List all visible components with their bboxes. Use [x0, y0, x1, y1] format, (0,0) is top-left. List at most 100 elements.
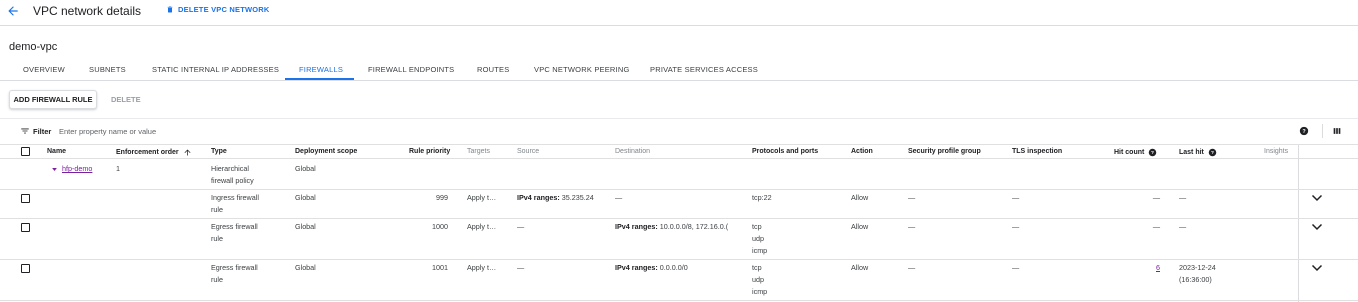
destination-value: 0.0.0.0/0	[659, 263, 688, 272]
source-label: IPv4 ranges:	[517, 193, 560, 202]
tab-routes[interactable]: ROUTES	[477, 65, 509, 74]
chevron-down-icon[interactable]	[1311, 264, 1323, 272]
rule-targets: Apply t…	[467, 193, 497, 202]
rule-action: Allow	[851, 222, 869, 231]
svg-text:?: ?	[1302, 129, 1305, 135]
rule-security-profile-group: —	[908, 193, 916, 202]
rule-scope: Global	[295, 193, 316, 202]
filter-icon[interactable]	[20, 126, 30, 136]
rule-targets: Apply t…	[467, 222, 497, 231]
rule-source: —	[517, 222, 525, 231]
rule-type-line2: rule	[211, 275, 223, 284]
trash-icon	[167, 6, 173, 13]
rule-last-hit-time: (16:36:00)	[1179, 275, 1212, 284]
col-header-last-hit[interactable]: Last hit ?	[1179, 148, 1217, 157]
rule-type-line1: Egress firewall	[211, 222, 258, 231]
rule-type-line2: rule	[211, 234, 223, 243]
rule-security-profile-group: —	[908, 263, 916, 272]
rule-hit-count-link[interactable]: 6	[1120, 262, 1160, 274]
col-header-source: Source	[517, 148, 540, 155]
tab-private-services-access[interactable]: PRIVATE SERVICES ACCESS	[650, 65, 758, 74]
col-header-enforcement-order[interactable]: Enforcement order	[116, 148, 192, 157]
col-header-rule-priority[interactable]: Rule priority	[409, 148, 450, 155]
rule-last-hit: —	[1179, 222, 1187, 231]
row-divider	[0, 300, 1358, 301]
policy-scope: Global	[295, 164, 316, 173]
row-checkbox[interactable]	[21, 264, 30, 273]
help-icon[interactable]: ?	[1299, 126, 1309, 136]
rule-type-line1: Egress firewall	[211, 263, 258, 272]
rule-destination: IPv4 ranges: 0.0.0.0/0	[615, 262, 688, 274]
select-all-checkbox[interactable]	[21, 147, 30, 156]
rule-hit-count: —	[1152, 222, 1160, 231]
col-header-last-hit-label: Last hit	[1179, 149, 1204, 156]
add-firewall-rule-button[interactable]: ADD FIREWALL RULE	[9, 90, 97, 109]
rule-targets: Apply t…	[467, 263, 497, 272]
policy-name-cell[interactable]: hfp-demo	[51, 163, 92, 175]
help-icon[interactable]: ?	[1208, 148, 1217, 157]
policy-name-link[interactable]: hfp-demo	[62, 163, 92, 175]
col-header-protocols-and-ports[interactable]: Protocols and ports	[752, 148, 818, 155]
destination-label: IPv4 ranges:	[615, 263, 658, 272]
rule-source: IPv4 ranges: 35.235.24	[517, 192, 594, 204]
col-header-hit-count[interactable]: Hit count ?	[1114, 148, 1157, 157]
destination-value: 10.0.0.0/8, 172.16.0.(	[659, 222, 729, 231]
row-divider	[0, 218, 1358, 219]
action-bar-divider	[0, 118, 1358, 119]
col-header-hit-count-label: Hit count	[1114, 149, 1145, 156]
rule-hit-count: —	[1152, 193, 1160, 202]
back-arrow-icon[interactable]	[6, 4, 20, 18]
row-divider	[0, 259, 1358, 260]
delete-button[interactable]: DELETE	[111, 95, 141, 104]
col-header-targets: Targets	[467, 148, 490, 155]
tab-firewall-endpoints[interactable]: FIREWALL ENDPOINTS	[368, 65, 454, 74]
destination-label: IPv4 ranges:	[615, 222, 658, 231]
rule-scope: Global	[295, 263, 316, 272]
table-header-border	[0, 158, 1358, 159]
tab-static-internal-ip-addresses[interactable]: STATIC INTERNAL IP ADDRESSES	[152, 65, 279, 74]
policy-enforcement-order: 1	[116, 164, 120, 173]
row-checkbox[interactable]	[21, 223, 30, 232]
policy-type-line2: firewall policy	[211, 176, 254, 185]
col-header-tls-inspection[interactable]: TLS inspection	[1012, 148, 1062, 155]
rule-security-profile-group: —	[908, 222, 916, 231]
rule-last-hit-date: 2023-12-24	[1179, 263, 1216, 272]
rule-action: Allow	[851, 193, 869, 202]
policy-type-line1: Hierarchical	[211, 164, 249, 173]
delete-vpc-network-button[interactable]: DELETE VPC NETWORK	[166, 5, 270, 14]
resource-name: demo-vpc	[9, 41, 58, 53]
table-top-border	[0, 144, 1358, 145]
rule-protocol: tcp:22	[752, 193, 772, 202]
tab-vpc-network-peering[interactable]: VPC NETWORK PEERING	[534, 65, 629, 74]
col-header-name[interactable]: Name	[47, 148, 66, 155]
caret-down-icon[interactable]	[51, 166, 58, 173]
page-title: VPC network details	[33, 4, 142, 18]
filter-input[interactable]	[59, 125, 459, 137]
tab-firewalls[interactable]: FIREWALLS	[299, 65, 343, 74]
row-divider	[0, 189, 1358, 190]
rule-protocol: icmp	[752, 287, 768, 296]
row-checkbox[interactable]	[21, 194, 30, 203]
col-header-deployment-scope[interactable]: Deployment scope	[295, 148, 357, 155]
col-header-security-profile-group[interactable]: Security profile group	[908, 148, 981, 155]
col-header-action[interactable]: Action	[851, 148, 873, 155]
col-header-type[interactable]: Type	[211, 148, 227, 155]
rule-action: Allow	[851, 263, 869, 272]
svg-text:?: ?	[1151, 150, 1154, 156]
rule-source: —	[517, 263, 525, 272]
rule-protocol: tcp	[752, 263, 762, 272]
tab-subnets[interactable]: SUBNETS	[89, 65, 126, 74]
arrow-up-icon	[184, 149, 191, 156]
rule-destination: IPv4 ranges: 10.0.0.0/8, 172.16.0.(	[615, 221, 736, 233]
rule-destination: —	[615, 193, 623, 202]
tab-overview[interactable]: OVERVIEW	[23, 65, 65, 74]
col-header-enforcement-order-label: Enforcement order	[116, 149, 179, 156]
chevron-down-icon[interactable]	[1311, 194, 1323, 202]
chevron-down-icon[interactable]	[1311, 223, 1323, 231]
toolbar-separator	[1322, 124, 1323, 138]
rule-priority: 999	[436, 193, 448, 202]
rule-tls-inspection: —	[1012, 222, 1020, 231]
col-header-insights: Insights	[1264, 148, 1289, 155]
help-icon[interactable]: ?	[1148, 148, 1157, 157]
column-display-icon[interactable]	[1332, 126, 1342, 136]
